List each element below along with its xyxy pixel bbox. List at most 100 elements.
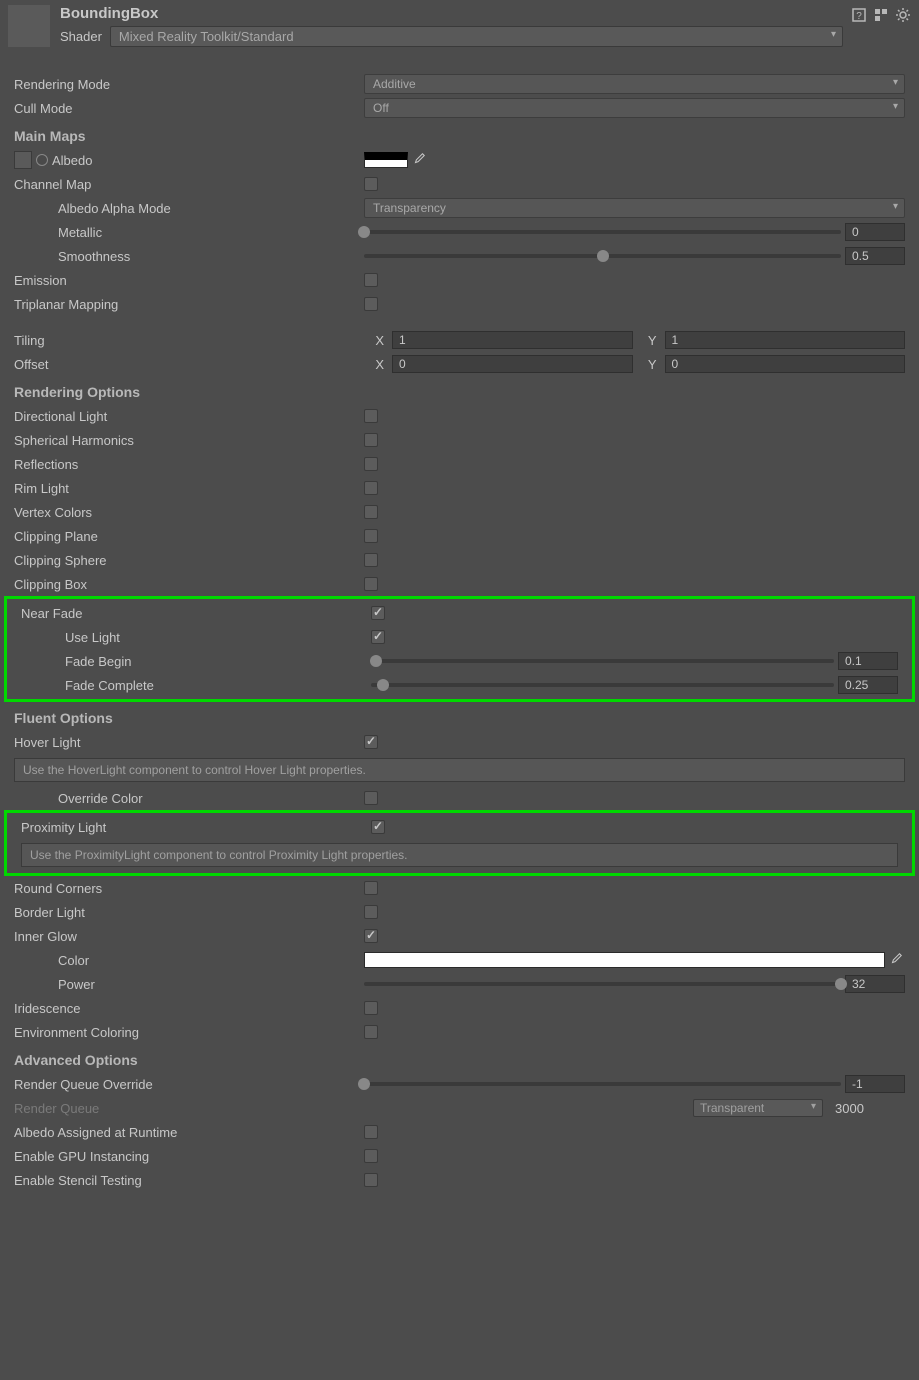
eyedropper-icon[interactable] <box>889 952 905 968</box>
y-label: Y <box>641 333 657 348</box>
main-maps-heading: Main Maps <box>0 120 919 148</box>
spherical-harmonics-label: Spherical Harmonics <box>14 433 364 448</box>
triplanar-mapping-checkbox[interactable] <box>364 297 378 311</box>
iridescence-checkbox[interactable] <box>364 1001 378 1015</box>
reflections-checkbox[interactable] <box>364 457 378 471</box>
near-fade-checkbox[interactable] <box>371 606 385 620</box>
clipping-sphere-checkbox[interactable] <box>364 553 378 567</box>
round-corners-checkbox[interactable] <box>364 881 378 895</box>
smoothness-label: Smoothness <box>58 249 364 264</box>
x-label: X <box>368 333 384 348</box>
proximity-light-checkbox[interactable] <box>371 820 385 834</box>
render-queue-override-slider[interactable] <box>364 1082 841 1086</box>
clipping-box-checkbox[interactable] <box>364 577 378 591</box>
near-fade-label: Near Fade <box>21 606 371 621</box>
channel-map-checkbox[interactable] <box>364 177 378 191</box>
power-label: Power <box>58 977 364 992</box>
directional-light-checkbox[interactable] <box>364 409 378 423</box>
albedo-color-swatch[interactable] <box>364 152 408 168</box>
stencil-testing-label: Enable Stencil Testing <box>14 1173 364 1188</box>
emission-checkbox[interactable] <box>364 273 378 287</box>
preset-icon[interactable] <box>873 7 889 23</box>
inner-glow-color-swatch[interactable] <box>364 952 885 968</box>
tiling-x-input[interactable]: 1 <box>392 331 633 349</box>
albedo-runtime-checkbox[interactable] <box>364 1125 378 1139</box>
offset-label: Offset <box>14 357 364 372</box>
material-preview[interactable] <box>8 5 50 47</box>
albedo-label: Albedo <box>52 153 92 168</box>
fade-complete-slider[interactable] <box>371 683 834 687</box>
vertex-colors-checkbox[interactable] <box>364 505 378 519</box>
iridescence-label: Iridescence <box>14 1001 364 1016</box>
environment-coloring-checkbox[interactable] <box>364 1025 378 1039</box>
fade-begin-value[interactable]: 0.1 <box>838 652 898 670</box>
render-queue-override-label: Render Queue Override <box>14 1077 364 1092</box>
fade-begin-slider[interactable] <box>371 659 834 663</box>
clipping-sphere-label: Clipping Sphere <box>14 553 364 568</box>
hover-light-helpbox: Use the HoverLight component to control … <box>14 758 905 782</box>
help-icon[interactable]: ? <box>851 7 867 23</box>
smoothness-slider[interactable] <box>364 254 841 258</box>
offset-x-input[interactable]: 0 <box>392 355 633 373</box>
environment-coloring-label: Environment Coloring <box>14 1025 364 1040</box>
rendering-mode-dropdown[interactable]: Additive <box>364 74 905 94</box>
vertex-colors-label: Vertex Colors <box>14 505 364 520</box>
albedo-texture-slot[interactable] <box>14 151 32 169</box>
gpu-instancing-label: Enable GPU Instancing <box>14 1149 364 1164</box>
shader-dropdown[interactable]: Mixed Reality Toolkit/Standard <box>110 26 843 47</box>
fade-complete-value[interactable]: 0.25 <box>838 676 898 694</box>
clipping-plane-label: Clipping Plane <box>14 529 364 544</box>
albedo-runtime-label: Albedo Assigned at Runtime <box>14 1125 364 1140</box>
rim-light-label: Rim Light <box>14 481 364 496</box>
rendering-mode-label: Rendering Mode <box>14 77 364 92</box>
power-value[interactable]: 32 <box>845 975 905 993</box>
rendering-options-heading: Rendering Options <box>0 376 919 404</box>
hover-light-checkbox[interactable] <box>364 735 378 749</box>
smoothness-value[interactable]: 0.5 <box>845 247 905 265</box>
svg-text:?: ? <box>856 11 862 22</box>
near-fade-highlight: Near Fade Use Light Fade Begin 0.1 Fade … <box>4 596 915 702</box>
use-light-checkbox[interactable] <box>371 630 385 644</box>
eyedropper-icon[interactable] <box>412 152 428 168</box>
inner-glow-label: Inner Glow <box>14 929 364 944</box>
gear-icon[interactable] <box>895 7 911 23</box>
gpu-instancing-checkbox[interactable] <box>364 1149 378 1163</box>
channel-map-label: Channel Map <box>14 177 364 192</box>
clipping-plane-checkbox[interactable] <box>364 529 378 543</box>
cull-mode-label: Cull Mode <box>14 101 364 116</box>
border-light-label: Border Light <box>14 905 364 920</box>
metallic-value[interactable]: 0 <box>845 223 905 241</box>
y-label: Y <box>641 357 657 372</box>
proximity-light-highlight: Proximity Light Use the ProximityLight c… <box>4 810 915 876</box>
directional-light-label: Directional Light <box>14 409 364 424</box>
inner-glow-checkbox[interactable] <box>364 929 378 943</box>
border-light-checkbox[interactable] <box>364 905 378 919</box>
render-queue-value: 3000 <box>835 1101 905 1116</box>
reflections-label: Reflections <box>14 457 364 472</box>
fade-complete-label: Fade Complete <box>65 678 371 693</box>
proximity-light-label: Proximity Light <box>21 820 371 835</box>
offset-y-input[interactable]: 0 <box>665 355 906 373</box>
albedo-alpha-mode-dropdown[interactable]: Transparency <box>364 198 905 218</box>
round-corners-label: Round Corners <box>14 881 364 896</box>
power-slider[interactable] <box>364 982 841 986</box>
stencil-testing-checkbox[interactable] <box>364 1173 378 1187</box>
metallic-slider[interactable] <box>364 230 841 234</box>
rim-light-checkbox[interactable] <box>364 481 378 495</box>
override-color-checkbox[interactable] <box>364 791 378 805</box>
albedo-alpha-mode-label: Albedo Alpha Mode <box>58 201 364 216</box>
inner-glow-color-label: Color <box>58 953 364 968</box>
fluent-options-heading: Fluent Options <box>0 702 919 730</box>
tiling-label: Tiling <box>14 333 364 348</box>
triplanar-mapping-label: Triplanar Mapping <box>14 297 364 312</box>
render-queue-dropdown: Transparent <box>693 1099 823 1117</box>
metallic-label: Metallic <box>58 225 364 240</box>
shader-label: Shader <box>60 29 102 44</box>
render-queue-override-value[interactable]: -1 <box>845 1075 905 1093</box>
spherical-harmonics-checkbox[interactable] <box>364 433 378 447</box>
cull-mode-dropdown[interactable]: Off <box>364 98 905 118</box>
albedo-radio[interactable] <box>36 154 48 166</box>
emission-label: Emission <box>14 273 364 288</box>
tiling-y-input[interactable]: 1 <box>665 331 906 349</box>
render-queue-label: Render Queue <box>14 1101 364 1116</box>
